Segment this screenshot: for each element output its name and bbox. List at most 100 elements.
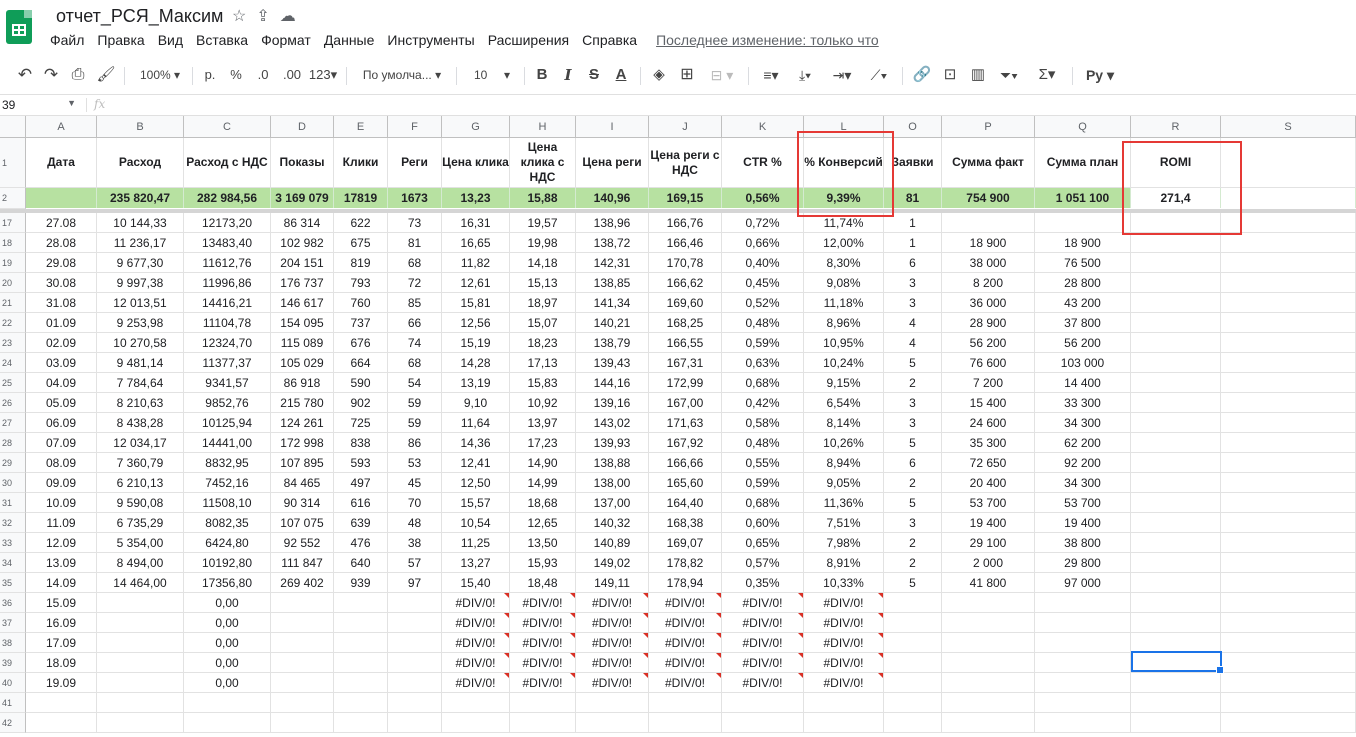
cell-cpc[interactable]: 14,28 xyxy=(442,353,510,373)
cell-sum-fact[interactable] xyxy=(942,693,1035,713)
cell-cpr-vat[interactable]: #DIV/0! xyxy=(649,673,722,693)
cell-sum-plan[interactable]: 56 200 xyxy=(1035,333,1131,353)
cell-date[interactable] xyxy=(26,713,97,733)
cell-cpr[interactable]: 140,21 xyxy=(576,313,649,333)
cell-spend-vat[interactable]: 11377,37 xyxy=(184,353,271,373)
cell-leads[interactable] xyxy=(884,653,942,673)
cell-clicks[interactable] xyxy=(334,673,388,693)
cell-leads[interactable]: 1 xyxy=(884,233,942,253)
cell-cpc[interactable]: 12,61 xyxy=(442,273,510,293)
cell-regs[interactable] xyxy=(388,613,442,633)
cell-spend[interactable] xyxy=(97,693,184,713)
cell-conversion[interactable]: 8,94% xyxy=(804,453,884,473)
cell-leads[interactable] xyxy=(884,713,942,733)
chart-icon[interactable]: ▥ xyxy=(966,60,990,90)
cell-cpr[interactable]: 138,85 xyxy=(576,273,649,293)
currency-button[interactable]: р. xyxy=(200,60,220,90)
cell-cpc-vat[interactable]: 15,93 xyxy=(510,553,576,573)
cell-cpr-vat[interactable]: 171,63 xyxy=(649,413,722,433)
cell-cpc-vat[interactable]: #DIV/0! xyxy=(510,653,576,673)
cell-regs[interactable]: 68 xyxy=(388,353,442,373)
cell-cpc-vat[interactable] xyxy=(510,693,576,713)
cell-spend-vat[interactable] xyxy=(184,713,271,733)
cell-cpr[interactable]: #DIV/0! xyxy=(576,653,649,673)
cell-leads[interactable] xyxy=(884,613,942,633)
cell-conversion[interactable]: 11,18% xyxy=(804,293,884,313)
cell-spend-vat[interactable]: 0,00 xyxy=(184,653,271,673)
cell-romi[interactable] xyxy=(1131,453,1221,473)
cell-impressions[interactable]: 269 402 xyxy=(271,573,334,593)
cell-spend-vat[interactable]: 9852,76 xyxy=(184,393,271,413)
cell-clicks[interactable]: 622 xyxy=(334,213,388,233)
cell-clicks[interactable] xyxy=(334,633,388,653)
cell-cpc-vat[interactable]: 18,97 xyxy=(510,293,576,313)
cell-cpc-vat[interactable]: #DIV/0! xyxy=(510,593,576,613)
cell-sum-fact[interactable]: 20 400 xyxy=(942,473,1035,493)
cell-ctr[interactable]: 0,60% xyxy=(722,513,804,533)
cell-clicks[interactable]: 725 xyxy=(334,413,388,433)
cell-cpr[interactable]: #DIV/0! xyxy=(576,673,649,693)
cell-conversion[interactable] xyxy=(804,693,884,713)
cell-cpc-vat[interactable]: 13,50 xyxy=(510,533,576,553)
cell-regs[interactable]: 59 xyxy=(388,413,442,433)
cell-leads[interactable] xyxy=(884,633,942,653)
menu-format[interactable]: Формат xyxy=(261,32,311,48)
cell-spend[interactable]: 6 735,29 xyxy=(97,513,184,533)
cell-cpr-vat[interactable]: #DIV/0! xyxy=(649,653,722,673)
cell-regs[interactable]: 45 xyxy=(388,473,442,493)
align-vertical-icon[interactable]: ⤓▾ xyxy=(790,60,820,90)
row-header[interactable]: 36 xyxy=(0,593,26,613)
cell-spend[interactable]: 8 210,63 xyxy=(97,393,184,413)
cell-sum-plan[interactable]: 19 400 xyxy=(1035,513,1131,533)
cell-cpc[interactable] xyxy=(442,713,510,733)
column-header-e[interactable]: E xyxy=(334,116,388,138)
cell-cpc-vat[interactable]: #DIV/0! xyxy=(510,613,576,633)
cell-regs[interactable]: 38 xyxy=(388,533,442,553)
cell-leads[interactable]: 4 xyxy=(884,333,942,353)
cell-leads[interactable]: 2 xyxy=(884,553,942,573)
cell-sum-plan[interactable] xyxy=(1035,613,1131,633)
row-header[interactable]: 21 xyxy=(0,293,26,313)
cell-cpc-vat[interactable]: 15,83 xyxy=(510,373,576,393)
cell-romi[interactable] xyxy=(1131,593,1221,613)
cell-clicks[interactable]: 590 xyxy=(334,373,388,393)
cell-sum-fact[interactable]: 56 200 xyxy=(942,333,1035,353)
cell-date[interactable]: 14.09 xyxy=(26,573,97,593)
cell-cpr[interactable]: 141,34 xyxy=(576,293,649,313)
cell-cpc-vat[interactable]: 18,23 xyxy=(510,333,576,353)
cell-impressions[interactable]: 204 151 xyxy=(271,253,334,273)
summary-cell-sum-fact[interactable]: 754 900 xyxy=(942,188,1035,208)
cell-conversion[interactable]: 9,08% xyxy=(804,273,884,293)
cell-date[interactable]: 19.09 xyxy=(26,673,97,693)
last-edit-link[interactable]: Последнее изменение: только что xyxy=(656,32,879,48)
cell-ctr[interactable]: 0,48% xyxy=(722,313,804,333)
cell-sum-fact[interactable]: 19 400 xyxy=(942,513,1035,533)
cell-sum-fact[interactable] xyxy=(942,673,1035,693)
cell-conversion[interactable]: #DIV/0! xyxy=(804,613,884,633)
cell-conversion[interactable]: #DIV/0! xyxy=(804,653,884,673)
cell-cpc[interactable] xyxy=(442,693,510,713)
cell-leads[interactable]: 3 xyxy=(884,273,942,293)
cell-regs[interactable]: 59 xyxy=(388,393,442,413)
column-header-k[interactable]: K xyxy=(722,116,804,138)
cell-cpc[interactable]: 9,10 xyxy=(442,393,510,413)
cell-sum-fact[interactable]: 35 300 xyxy=(942,433,1035,453)
cell-conversion[interactable]: #DIV/0! xyxy=(804,593,884,613)
cell-spend[interactable]: 9 481,14 xyxy=(97,353,184,373)
bold-button[interactable]: B xyxy=(532,60,552,90)
cell-cpc[interactable]: 12,56 xyxy=(442,313,510,333)
summary-cell-impressions[interactable]: 3 169 079 xyxy=(271,188,334,208)
cell-cpc[interactable]: 14,36 xyxy=(442,433,510,453)
cell-s[interactable] xyxy=(1221,273,1356,293)
column-header-p[interactable]: P xyxy=(942,116,1035,138)
cell-spend-vat[interactable]: 10125,94 xyxy=(184,413,271,433)
cell-clicks[interactable] xyxy=(334,693,388,713)
sheets-logo-icon[interactable] xyxy=(6,10,32,44)
cell-clicks[interactable]: 639 xyxy=(334,513,388,533)
cell-spend[interactable]: 6 210,13 xyxy=(97,473,184,493)
cell-date[interactable]: 17.09 xyxy=(26,633,97,653)
increase-decimal-button[interactable]: .00 xyxy=(280,60,304,90)
cell-sum-plan[interactable] xyxy=(1035,593,1131,613)
cell-sum-plan[interactable] xyxy=(1035,213,1131,233)
cell-impressions[interactable]: 124 261 xyxy=(271,413,334,433)
